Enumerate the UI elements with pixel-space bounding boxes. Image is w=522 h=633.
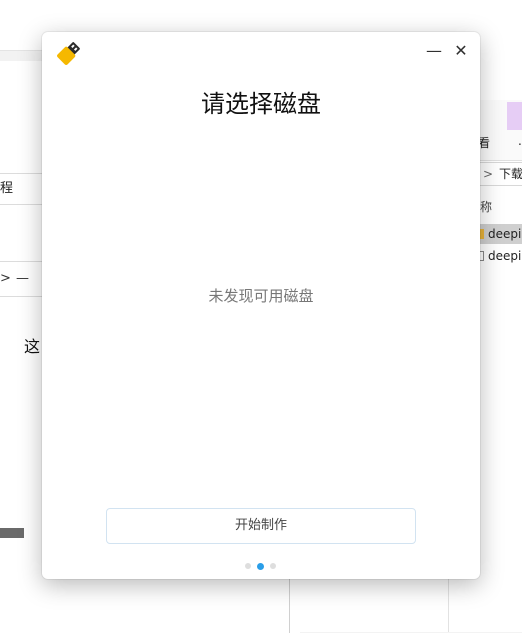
file-name: deepi bbox=[488, 227, 522, 241]
close-button[interactable]: ✕ bbox=[450, 40, 472, 62]
dialog-title: 请选择磁盘 bbox=[201, 90, 321, 118]
empty-disk-message: 未发现可用磁盘 bbox=[208, 287, 314, 305]
minimize-button[interactable]: — bbox=[423, 40, 445, 62]
address-bar-label: 下载 bbox=[499, 167, 522, 181]
name-column-header: 称 bbox=[480, 200, 493, 214]
start-button[interactable]: 开始制作 bbox=[106, 508, 416, 544]
background-dark-bar bbox=[0, 528, 24, 538]
background-row-text: 程 bbox=[0, 181, 14, 196]
background-dot-mark: . bbox=[518, 134, 522, 148]
dash-icon: — bbox=[16, 271, 29, 286]
page-dot bbox=[270, 563, 276, 569]
chevron-right-icon: > bbox=[0, 271, 11, 286]
file-list-item: deepi bbox=[478, 246, 522, 266]
file-list-item: deepi bbox=[478, 224, 522, 244]
usb-drive-icon bbox=[57, 42, 80, 65]
page-dot bbox=[245, 563, 251, 569]
chevron-right-icon: > bbox=[483, 167, 494, 181]
address-bar: > 下载 bbox=[478, 162, 522, 186]
file-name: deepi bbox=[488, 249, 522, 263]
desktop: 程 > — 这 看 . > 下载 称 deepi deepi — ✕ 请选择磁盘… bbox=[0, 0, 522, 633]
background-highlight-tab bbox=[507, 102, 522, 130]
background-divider bbox=[289, 571, 290, 633]
select-disk-dialog: — ✕ 请选择磁盘 未发现可用磁盘 开始制作 bbox=[42, 32, 480, 579]
background-heading-text: 这 bbox=[24, 337, 41, 356]
page-dot-active bbox=[257, 562, 264, 570]
